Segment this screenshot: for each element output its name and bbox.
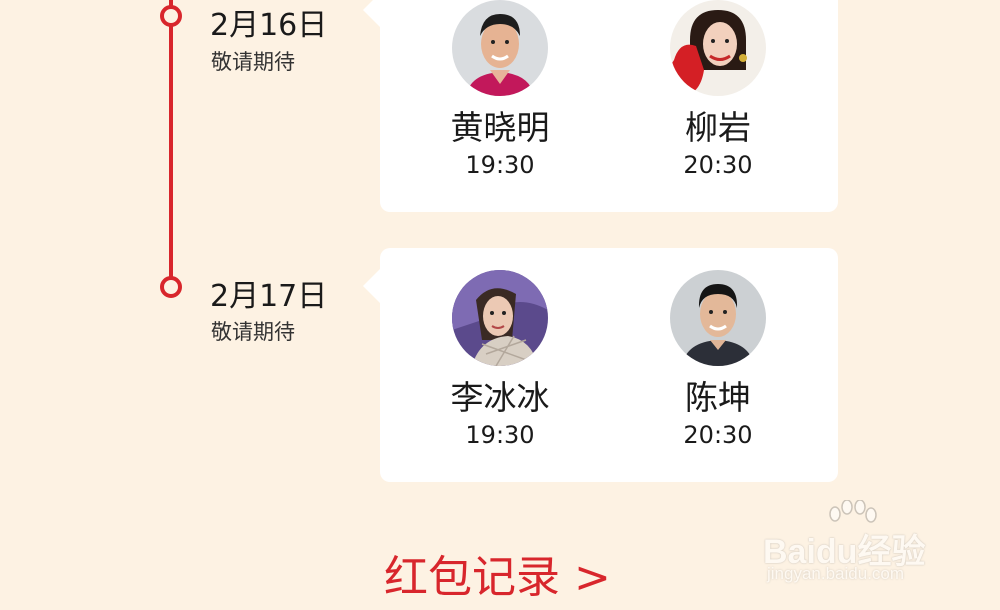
schedule-date-1: 2月16日 [210,8,328,43]
star-time: 19:30 [465,151,535,179]
star-item[interactable]: 李冰冰 19:30 [420,270,580,449]
schedule-card-2: 李冰冰 19:30 陈坤 20:30 [363,248,838,482]
star-item[interactable]: 陈坤 20:30 [638,270,798,449]
red-envelope-records-link[interactable]: 红包记录 > [384,550,611,606]
schedule-subtitle-2: 敬请期待 [211,320,295,344]
star-name: 黄晓明 [450,108,550,147]
star-time: 20:30 [683,421,753,449]
avatar-woman-icon [670,0,766,96]
avatar-man-icon [670,270,766,366]
schedule-card-1: 黄晓明 19:30 柳岩 20:30 [363,0,838,212]
timeline-dot-1 [160,5,182,27]
avatar-woman-icon [452,270,548,366]
star-time: 19:30 [465,421,535,449]
star-avatar[interactable] [452,270,548,366]
star-avatar[interactable] [670,0,766,96]
star-time: 20:30 [683,151,753,179]
star-avatar[interactable] [670,270,766,366]
timeline-line [169,0,173,288]
card-notch [363,268,381,304]
star-item[interactable]: 柳岩 20:30 [638,0,798,179]
schedule-date-2: 2月17日 [210,279,328,314]
timeline-dot-2 [160,276,182,298]
star-name: 陈坤 [685,378,751,417]
star-name: 李冰冰 [450,378,550,417]
star-name: 柳岩 [685,108,751,147]
baidu-watermark: Baidu经验 jingyan.baidu.com [763,500,948,590]
star-avatar[interactable] [452,0,548,96]
schedule-subtitle-1: 敬请期待 [211,50,295,74]
watermark-domain: jingyan.baidu.com [767,564,905,583]
star-item[interactable]: 黄晓明 19:30 [420,0,580,179]
avatar-man-icon [452,0,548,96]
card-notch [363,0,381,28]
